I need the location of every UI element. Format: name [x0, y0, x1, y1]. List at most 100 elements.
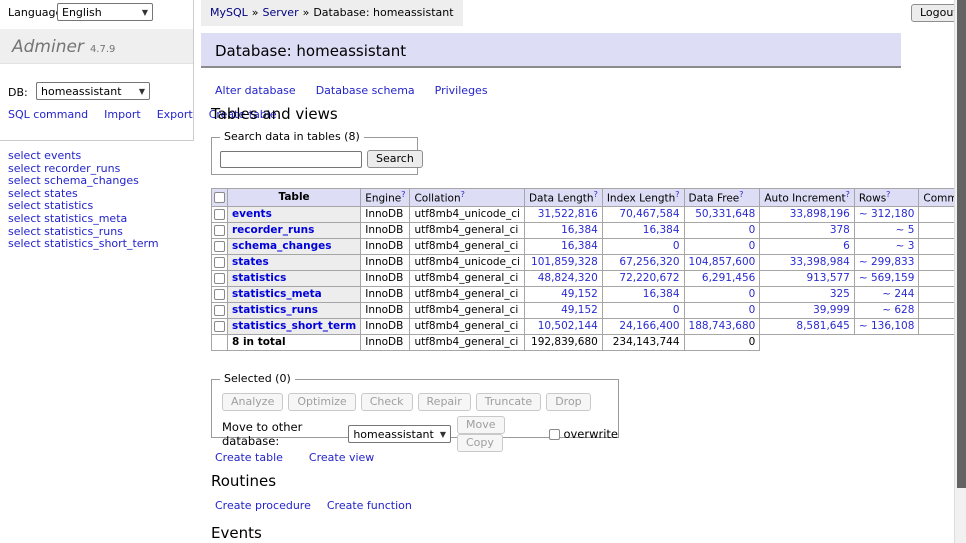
create-procedure-link[interactable]: Create procedure — [215, 499, 311, 512]
search-input[interactable] — [220, 151, 362, 168]
rows-link[interactable]: ~ 136,108 — [859, 320, 915, 332]
table-link-events[interactable]: events — [232, 208, 272, 220]
data-free-link[interactable]: 0 — [749, 288, 756, 300]
table-link-recorder-runs[interactable]: recorder_runs — [232, 224, 314, 236]
repair-button[interactable]: Repair — [418, 393, 471, 411]
index-length-link[interactable]: 70,467,584 — [619, 208, 679, 220]
row-checkbox[interactable] — [214, 321, 225, 332]
db-link-privileges[interactable]: Privileges — [435, 84, 488, 97]
rows-link[interactable]: ~ 628 — [882, 304, 914, 316]
index-length-link[interactable]: 16,384 — [643, 288, 680, 300]
scrollbar-track[interactable] — [954, 0, 966, 543]
help-icon[interactable]: ? — [846, 190, 850, 199]
check-button[interactable]: Check — [361, 393, 413, 411]
sidebar-link-select-states[interactable]: select states — [8, 187, 78, 200]
sidebar-link-select-statistics[interactable]: select statistics — [8, 199, 93, 212]
table-link-schema-changes[interactable]: schema_changes — [232, 240, 332, 252]
row-checkbox[interactable] — [214, 305, 225, 316]
analyze-button[interactable]: Analyze — [222, 393, 283, 411]
sidebar-link-select-recorder-runs[interactable]: select recorder_runs — [8, 162, 120, 175]
auto-increment-link[interactable]: 913,577 — [806, 272, 849, 284]
help-icon[interactable]: ? — [594, 190, 598, 199]
data-length-link[interactable]: 49,152 — [561, 288, 598, 300]
sidebar-link-select-events[interactable]: select events — [8, 149, 81, 162]
create-table-link[interactable]: Create table — [215, 451, 283, 464]
help-icon[interactable]: ? — [401, 190, 405, 199]
auto-increment-link[interactable]: 8,581,645 — [796, 320, 849, 332]
data-free-link[interactable]: 0 — [749, 240, 756, 252]
auto-increment-link[interactable]: 378 — [830, 224, 850, 236]
sidebar-link-select-statistics-short-term[interactable]: select statistics_short_term — [8, 237, 159, 250]
index-length-link[interactable]: 16,384 — [643, 224, 680, 236]
index-length-link[interactable]: 0 — [673, 240, 680, 252]
sidebar-action-import[interactable]: Import — [104, 108, 141, 121]
sidebar-action-export[interactable]: Export — [157, 108, 193, 121]
rows-link[interactable]: ~ 5 — [896, 224, 915, 236]
sidebar-link-select-statistics-runs[interactable]: select statistics_runs — [8, 225, 123, 238]
help-icon[interactable]: ? — [886, 190, 890, 199]
rows-link[interactable]: ~ 299,833 — [859, 256, 915, 268]
auto-increment-link[interactable]: 33,898,196 — [790, 208, 850, 220]
copy-button[interactable]: Copy — [457, 434, 503, 452]
rows-link[interactable]: ~ 569,159 — [859, 272, 915, 284]
index-length-link[interactable]: 24,166,400 — [619, 320, 679, 332]
data-length-link[interactable]: 16,384 — [561, 240, 598, 252]
rows-link[interactable]: ~ 312,180 — [859, 208, 915, 220]
data-free-link[interactable]: 6,291,456 — [702, 272, 755, 284]
data-free-link[interactable]: 0 — [749, 304, 756, 316]
table-link-statistics-short-term[interactable]: statistics_short_term — [232, 320, 356, 332]
help-icon[interactable]: ? — [461, 190, 465, 199]
data-free-link[interactable]: 0 — [749, 224, 756, 236]
truncate-button[interactable]: Truncate — [476, 393, 541, 411]
breadcrumb-link-mysql[interactable]: MySQL — [210, 6, 248, 19]
row-checkbox[interactable] — [214, 273, 225, 284]
create-function-link[interactable]: Create function — [327, 499, 412, 512]
language-select[interactable]: English ▼ — [57, 3, 153, 21]
data-free-link[interactable]: 104,857,600 — [689, 256, 756, 268]
drop-button[interactable]: Drop — [546, 393, 590, 411]
auto-increment-link[interactable]: 325 — [830, 288, 850, 300]
rows-link[interactable]: ~ 3 — [896, 240, 915, 252]
index-length-link[interactable]: 72,220,672 — [619, 272, 679, 284]
table-link-statistics[interactable]: statistics — [232, 272, 286, 284]
data-length-link[interactable]: 31,522,816 — [538, 208, 598, 220]
select-all-checkbox[interactable] — [214, 192, 225, 203]
data-free-link[interactable]: 50,331,648 — [695, 208, 755, 220]
sidebar-link-select-statistics-meta[interactable]: select statistics_meta — [8, 212, 127, 225]
row-checkbox[interactable] — [214, 225, 225, 236]
row-checkbox[interactable] — [214, 289, 225, 300]
table-link-statistics-meta[interactable]: statistics_meta — [232, 288, 322, 300]
db-link-database-schema[interactable]: Database schema — [316, 84, 415, 97]
rows-link[interactable]: ~ 244 — [882, 288, 914, 300]
overwrite-checkbox[interactable] — [549, 429, 560, 440]
table-link-statistics-runs[interactable]: statistics_runs — [232, 304, 318, 316]
data-length-link[interactable]: 101,859,328 — [531, 256, 598, 268]
sidebar-link-select-schema-changes[interactable]: select schema_changes — [8, 174, 139, 187]
create-view-link[interactable]: Create view — [309, 451, 374, 464]
sidebar-action-sql-command[interactable]: SQL command — [8, 108, 88, 121]
row-checkbox[interactable] — [214, 241, 225, 252]
row-checkbox[interactable] — [214, 209, 225, 220]
move-database-select[interactable]: homeassistant ▼ — [348, 425, 451, 443]
data-length-link[interactable]: 48,824,320 — [538, 272, 598, 284]
breadcrumb-link-server[interactable]: Server — [263, 6, 299, 19]
auto-increment-link[interactable]: 33,398,984 — [790, 256, 850, 268]
move-button[interactable]: Move — [457, 416, 505, 434]
data-length-link[interactable]: 49,152 — [561, 304, 598, 316]
data-free-link[interactable]: 188,743,680 — [689, 320, 756, 332]
row-checkbox[interactable] — [214, 257, 225, 268]
data-length-link[interactable]: 16,384 — [561, 224, 598, 236]
db-select[interactable]: homeassistant ▼ — [36, 82, 150, 100]
scrollbar-thumb[interactable] — [957, 0, 966, 488]
help-icon[interactable]: ? — [739, 190, 743, 199]
data-length-link[interactable]: 10,502,144 — [538, 320, 598, 332]
optimize-button[interactable]: Optimize — [288, 393, 355, 411]
auto-increment-link[interactable]: 6 — [843, 240, 850, 252]
index-length-link[interactable]: 67,256,320 — [619, 256, 679, 268]
help-icon[interactable]: ? — [675, 190, 679, 199]
search-button[interactable]: Search — [367, 150, 423, 168]
table-link-states[interactable]: states — [232, 256, 269, 268]
index-length-link[interactable]: 0 — [673, 304, 680, 316]
auto-increment-link[interactable]: 39,999 — [813, 304, 850, 316]
db-link-alter-database[interactable]: Alter database — [215, 84, 296, 97]
